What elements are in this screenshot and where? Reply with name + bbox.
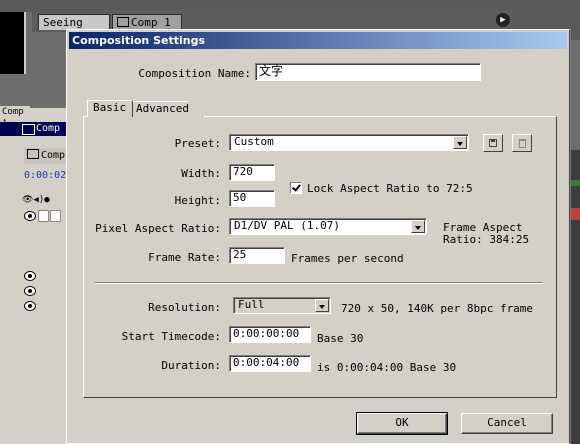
tab-basic[interactable]: Basic xyxy=(87,100,133,117)
composition-settings-dialog: Composition Settings Composition Name: 文… xyxy=(66,29,570,444)
width-input[interactable]: 720 xyxy=(229,164,275,181)
frame-rate-unit: Frames per second xyxy=(291,252,404,265)
eye-icon[interactable] xyxy=(24,271,36,281)
frame-rate-input[interactable]: 25 xyxy=(229,247,285,264)
trash-icon xyxy=(519,139,526,148)
dialog-title: Composition Settings xyxy=(72,34,206,47)
composition-name-label: Composition Name: xyxy=(138,67,251,80)
duration-info: is 0:00:04:00 Base 30 xyxy=(317,361,457,374)
preset-dropdown[interactable]: Custom xyxy=(229,134,469,151)
current-time-display[interactable]: 0:00:02 xyxy=(24,170,66,181)
dialog-titlebar[interactable]: Composition Settings xyxy=(69,32,567,49)
pixel-aspect-value: D1/DV PAL (1.07) xyxy=(234,219,340,232)
composition-name-input[interactable]: 文字 xyxy=(255,63,481,81)
chevron-down-icon xyxy=(453,136,467,149)
audio-toggle[interactable] xyxy=(38,210,49,222)
resolution-value: Full xyxy=(238,298,265,311)
lock-aspect-label[interactable]: Lock Aspect Ratio to 72:5 xyxy=(307,182,473,195)
resolution-dropdown[interactable]: Full xyxy=(233,297,331,314)
pixel-aspect-dropdown[interactable]: D1/DV PAL (1.07) xyxy=(229,218,427,235)
tab-seeing[interactable]: Seeing xyxy=(38,14,110,30)
viewer-preview xyxy=(0,12,26,74)
width-label: Width: xyxy=(181,167,221,180)
duration-input[interactable]: 0:00:04:00 xyxy=(229,355,311,372)
resolution-label: Resolution: xyxy=(148,301,221,314)
frame-rate-label: Frame Rate: xyxy=(148,251,221,264)
layer-switch-header: 👁◀)● xyxy=(22,195,50,205)
eye-icon[interactable] xyxy=(24,211,36,221)
eye-icon[interactable] xyxy=(24,286,36,296)
cancel-button[interactable]: Cancel xyxy=(461,413,553,434)
duration-label: Duration: xyxy=(161,359,221,372)
layer-row xyxy=(22,300,70,312)
ok-button[interactable]: OK xyxy=(356,412,448,435)
lock-aspect-checkbox[interactable] xyxy=(290,182,302,194)
layer-row xyxy=(22,210,70,222)
save-icon xyxy=(489,139,497,147)
layer-row xyxy=(22,285,70,297)
start-timecode-base: Base 30 xyxy=(317,332,364,345)
start-timecode-input[interactable]: 0:00:00:00 xyxy=(229,326,311,343)
chevron-down-icon xyxy=(315,299,329,312)
layer-row xyxy=(22,270,70,282)
composition-icon xyxy=(22,124,35,135)
resolution-info: 720 x 50, 140K per 8bpc frame xyxy=(341,302,534,315)
save-preset-button[interactable] xyxy=(483,134,503,152)
composition-icon xyxy=(27,149,39,159)
height-input[interactable]: 50 xyxy=(229,190,275,207)
tab-comp-1[interactable]: Comp 1 xyxy=(112,14,182,30)
pixel-aspect-label: Pixel Aspect Ratio: xyxy=(95,222,221,235)
tab-comp-1-left[interactable]: Comp 1 xyxy=(0,106,30,129)
height-label: Height: xyxy=(174,194,221,207)
eye-icon[interactable] xyxy=(24,301,36,311)
start-timecode-label: Start Timecode: xyxy=(121,330,221,343)
composition-icon xyxy=(117,17,129,27)
timeline-panel-titlebar: Comp xyxy=(0,122,70,136)
timeline-comp-tab[interactable]: Comp xyxy=(24,148,70,164)
chevron-down-icon xyxy=(411,220,425,233)
tab-advanced[interactable]: Advanced xyxy=(131,101,203,117)
delete-preset-button[interactable] xyxy=(512,134,532,152)
preset-label: Preset: xyxy=(174,137,221,150)
frame-aspect-line2: Ratio: 384:25 xyxy=(443,233,530,246)
panel-menu-arrow-icon[interactable]: ▶ xyxy=(496,13,510,27)
preset-value: Custom xyxy=(234,135,274,148)
section-divider xyxy=(95,282,543,284)
solo-toggle[interactable] xyxy=(50,210,61,222)
